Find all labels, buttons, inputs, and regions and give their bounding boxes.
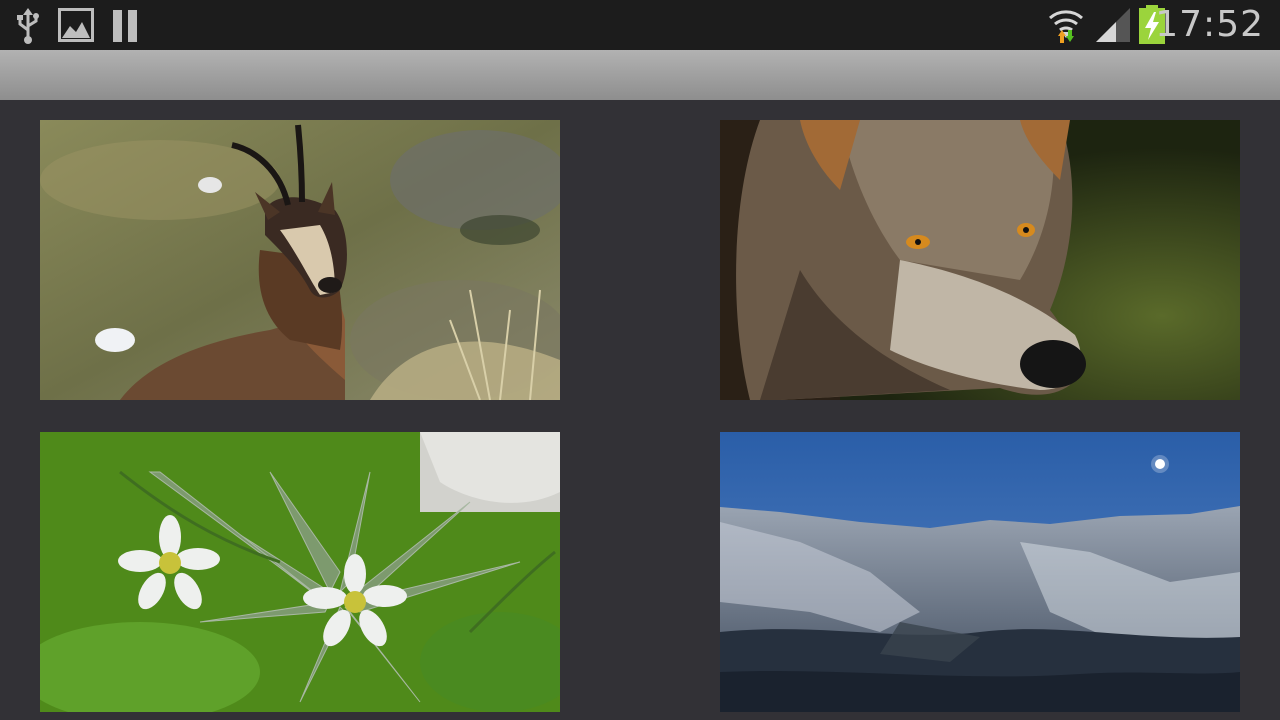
image-icon [58,8,94,46]
usb-icon [16,8,40,48]
status-bar: 17:52 [0,0,1280,50]
clock: 17:52 [1155,4,1264,45]
gallery-item-wolf[interactable] [720,120,1240,400]
edelweiss-photo [40,432,560,712]
gallery-item-chamois[interactable] [40,120,560,400]
mountains-night-photo [720,432,1240,712]
wolf-photo [720,120,1240,400]
gallery-grid [0,100,1280,720]
gallery-item-edelweiss[interactable] [40,432,560,712]
signal-icon [1096,8,1132,46]
wifi-icon [1048,6,1084,48]
action-bar [0,50,1280,100]
chamois-photo [40,120,560,400]
gallery-item-mountains-night[interactable] [720,432,1240,712]
pause-icon [111,10,139,46]
